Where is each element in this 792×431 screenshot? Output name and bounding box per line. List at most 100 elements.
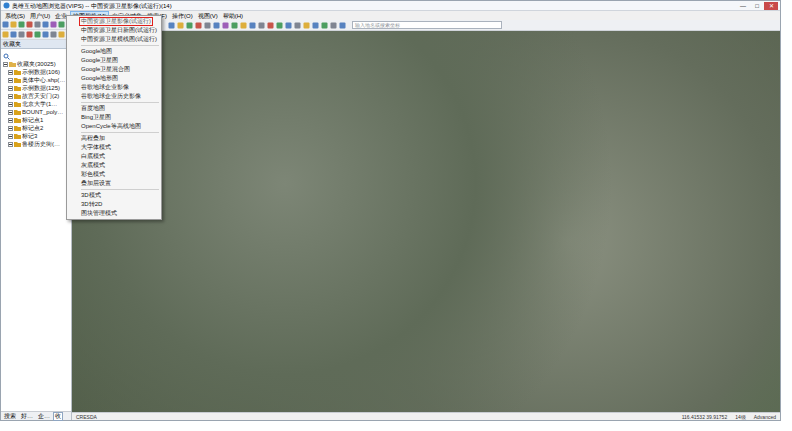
tree-item[interactable]: 奥体中心.shp(… xyxy=(1,76,71,84)
tool-icon[interactable] xyxy=(222,22,229,29)
tool-icon[interactable] xyxy=(42,21,49,28)
menu-option[interactable]: 3D模式 xyxy=(67,191,161,200)
expander-icon[interactable] xyxy=(8,134,13,139)
sidebar-tab[interactable]: 好… xyxy=(19,412,35,421)
tree-item[interactable]: 鲁楼历史街(… xyxy=(1,140,71,148)
tool-icon[interactable] xyxy=(26,31,33,38)
expander-icon[interactable] xyxy=(8,94,13,99)
tool-icon[interactable] xyxy=(42,31,49,38)
tool-icon[interactable] xyxy=(50,31,57,38)
tool-icon[interactable] xyxy=(330,22,337,29)
tool-icon[interactable] xyxy=(10,31,17,38)
tool-icon[interactable] xyxy=(321,22,328,29)
tool-icon[interactable] xyxy=(10,21,17,28)
tree-item[interactable]: 示例数据(106) xyxy=(1,68,71,76)
menu-option[interactable]: 中国资源卫星横线图(试运行) xyxy=(67,35,161,44)
menu-option[interactable]: 谷歌地球企业历史影像 xyxy=(67,92,161,101)
tool-icon[interactable] xyxy=(258,22,265,29)
tree-item[interactable]: 标记3 xyxy=(1,132,71,140)
tool-icon[interactable] xyxy=(294,22,301,29)
tool-icon[interactable] xyxy=(2,21,9,28)
window-control[interactable]: ✕ xyxy=(764,2,778,10)
tool-icon[interactable] xyxy=(249,22,256,29)
tool-icon[interactable] xyxy=(168,22,175,29)
menu-option[interactable]: Bing卫星图 xyxy=(67,113,161,122)
tool-icon[interactable] xyxy=(303,22,310,29)
sidebar-tab[interactable]: 企… xyxy=(36,412,52,421)
menu-option[interactable]: 白底模式 xyxy=(67,152,161,161)
tool-icon[interactable] xyxy=(18,31,25,38)
tool-icon[interactable] xyxy=(34,31,41,38)
menu-option[interactable]: 中国资源卫星影像(试运行) xyxy=(67,17,161,26)
menu-option[interactable]: 3D转2D xyxy=(67,200,161,209)
tool-icon[interactable] xyxy=(213,22,220,29)
menu-item[interactable]: 系统(S) xyxy=(3,12,27,20)
expander-icon[interactable] xyxy=(8,70,13,75)
tool-icon[interactable] xyxy=(34,21,41,28)
menu-option[interactable]: 中国资源卫星日新图(试运行) xyxy=(67,26,161,35)
menu-option[interactable]: 图块管理模式 xyxy=(67,209,161,218)
menu-option[interactable]: Google地图 xyxy=(67,47,161,56)
folder-icon xyxy=(14,109,21,115)
menu-item[interactable]: 用户(U) xyxy=(28,12,52,20)
window-control[interactable]: — xyxy=(736,2,750,10)
sidebar: 收藏夹收藏夹(30025)示例数据(106)奥体中心.shp(…示例数据(125… xyxy=(1,20,72,420)
expander-icon[interactable] xyxy=(8,78,13,83)
tool-icon[interactable] xyxy=(267,22,274,29)
tree-item[interactable]: 示例数据(125) xyxy=(1,84,71,92)
tool-icon[interactable] xyxy=(276,22,283,29)
menu-item[interactable]: 视图(V) xyxy=(196,12,220,20)
tool-icon[interactable] xyxy=(312,22,319,29)
menu-option[interactable]: 叠加层设置 xyxy=(67,179,161,188)
expander-icon[interactable] xyxy=(8,142,13,147)
menu-item[interactable]: 操作(O) xyxy=(170,12,195,20)
menu-option[interactable]: Google卫星图 xyxy=(67,56,161,65)
menu-option[interactable]: Google地形图 xyxy=(67,74,161,83)
tool-icon[interactable] xyxy=(204,22,211,29)
menu-option[interactable]: 高程叠加 xyxy=(67,134,161,143)
map-switch-menu: 中国资源卫星影像(试运行)中国资源卫星日新图(试运行)中国资源卫星横线图(试运行… xyxy=(66,15,162,220)
sidebar-tab[interactable]: 搜索 xyxy=(2,412,18,421)
tool-icon[interactable] xyxy=(58,21,65,28)
tool-icon[interactable] xyxy=(195,22,202,29)
tool-icon[interactable] xyxy=(177,22,184,29)
search-input[interactable]: 输入地名或搜索坐标 xyxy=(352,21,502,29)
tree-item[interactable]: 标记点2 xyxy=(1,124,71,132)
menu-separator xyxy=(67,44,161,47)
tool-icon[interactable] xyxy=(58,31,65,38)
menu-option[interactable]: 谷歌地球企业影像 xyxy=(67,83,161,92)
tool-icon[interactable] xyxy=(240,22,247,29)
tree-item[interactable]: BOUNT_poly… xyxy=(1,108,71,116)
expander-icon[interactable] xyxy=(8,110,13,115)
tool-icon[interactable] xyxy=(26,21,33,28)
tool-icon[interactable] xyxy=(50,21,57,28)
window-control[interactable]: □ xyxy=(750,2,764,10)
menu-option[interactable]: 百度地图 xyxy=(67,104,161,113)
sidebar-tab[interactable]: 收 xyxy=(53,412,63,421)
map[interactable] xyxy=(72,31,780,412)
tool-icon[interactable] xyxy=(186,22,193,29)
expander-icon[interactable] xyxy=(8,126,13,131)
expander-icon[interactable] xyxy=(8,102,13,107)
tree-item[interactable]: 北京大学(1… xyxy=(1,100,71,108)
menu-item[interactable]: 帮助(H) xyxy=(221,12,245,20)
sidebar-toolbar xyxy=(1,20,71,30)
menu-option[interactable]: 大字体模式 xyxy=(67,143,161,152)
menu-option[interactable]: Google卫星混合图 xyxy=(67,65,161,74)
tree-item[interactable]: 标记点1 xyxy=(1,116,71,124)
search-icon[interactable] xyxy=(3,53,10,60)
tool-icon[interactable] xyxy=(231,22,238,29)
tool-icon[interactable] xyxy=(285,22,292,29)
tool-icon[interactable] xyxy=(18,21,25,28)
menu-option[interactable]: 彩色模式 xyxy=(67,170,161,179)
expander-icon[interactable] xyxy=(8,118,13,123)
tool-icon[interactable] xyxy=(2,31,9,38)
menu-option[interactable]: 灰底模式 xyxy=(67,161,161,170)
expander-icon[interactable] xyxy=(8,86,13,91)
tree-item[interactable]: 收藏夹(30025) xyxy=(1,60,71,68)
tree-item[interactable]: 故宫天安门(2) xyxy=(1,92,71,100)
tool-icon[interactable] xyxy=(339,22,346,29)
menu-option[interactable]: OpenCycle等高线地图 xyxy=(67,122,161,131)
expander-icon[interactable] xyxy=(3,62,8,67)
folder-icon xyxy=(9,61,16,67)
